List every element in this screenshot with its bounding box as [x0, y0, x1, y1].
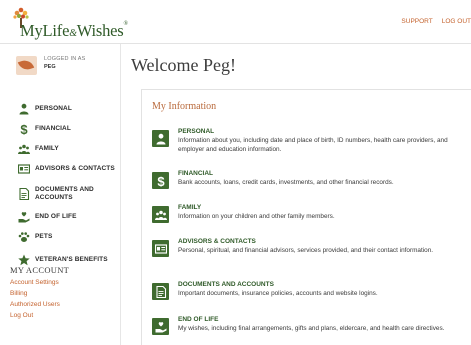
document-icon	[155, 285, 166, 298]
page-title: Welcome Peg!	[131, 55, 237, 75]
paw-icon	[18, 232, 30, 242]
info-row-description: Information on your children and other f…	[178, 213, 335, 220]
sidebar-item-personal[interactable]: PERSONAL	[0, 99, 121, 119]
info-row-title[interactable]: PERSONAL	[178, 128, 214, 135]
document-icon	[19, 188, 30, 200]
panel-title: My Information	[152, 101, 217, 112]
end-of-life-tile-button[interactable]	[152, 318, 169, 335]
logout-link[interactable]: LOG OUT	[442, 18, 471, 25]
dollar-icon: $	[20, 123, 28, 135]
sidebar-item-end-of-life[interactable]: END OF LIFE	[0, 207, 121, 227]
sidebar-item-label: PERSONAL	[35, 105, 72, 112]
account-logout-link[interactable]: Log Out	[10, 312, 69, 319]
dollar-icon: $	[157, 175, 165, 187]
sidebar-item-label: ADVISORS & CONTACTS	[35, 165, 115, 172]
sidebar-item-pets[interactable]: PETS	[0, 227, 121, 247]
family-icon	[154, 210, 167, 220]
sidebar-item-label: FAMILY	[35, 145, 59, 152]
my-information-panel: My Information PERSONAL Information abou…	[141, 89, 471, 345]
financial-tile-button[interactable]: $	[152, 172, 169, 189]
family-tile-button[interactable]	[152, 206, 169, 223]
sidebar: LOGGED IN AS PEG PERSONAL $ FINANCIAL FA…	[0, 44, 121, 345]
sidebar-item-label: DOCUMENTS AND ACCOUNTS	[35, 186, 94, 201]
logo-wordmark: MyLife&Wishes®	[20, 21, 128, 41]
sidebar-item-family[interactable]: FAMILY	[0, 139, 121, 159]
header-links: SUPPORT LOG OUT	[392, 18, 471, 25]
account-settings-link[interactable]: Account Settings	[10, 279, 69, 286]
my-account-section: MY ACCOUNT Account Settings Billing Auth…	[10, 265, 69, 319]
authorized-users-link[interactable]: Authorized Users	[10, 301, 69, 308]
family-icon	[18, 144, 30, 154]
info-row-title[interactable]: END OF LIFE	[178, 316, 218, 323]
logged-in-label: LOGGED IN AS	[44, 56, 86, 62]
contact-card-icon	[154, 243, 167, 254]
user-info: LOGGED IN AS PEG	[6, 52, 116, 82]
sidebar-item-label: FINANCIAL	[35, 125, 71, 132]
sidebar-item-label: END OF LIFE	[35, 213, 77, 220]
info-row-description: Information about you, including date an…	[178, 137, 448, 153]
sidebar-item-label: VETERAN'S BENEFITS	[35, 256, 108, 263]
billing-link[interactable]: Billing	[10, 290, 69, 297]
info-row-description: Bank accounts, loans, credit cards, inve…	[178, 179, 394, 186]
user-name: PEG	[44, 64, 56, 70]
info-row-description: Important documents, insurance policies,…	[178, 290, 378, 297]
svg-text:$: $	[157, 175, 165, 187]
logo-trademark: ®	[123, 21, 129, 27]
hand-heart-icon	[18, 212, 30, 223]
avatar	[16, 56, 37, 75]
support-link[interactable]: SUPPORT	[401, 18, 432, 25]
documents-accounts-tile-button[interactable]	[152, 283, 169, 300]
person-icon	[156, 133, 165, 144]
svg-text:$: $	[20, 123, 28, 135]
personal-tile-button[interactable]	[152, 130, 169, 147]
sidebar-item-label: PETS	[35, 233, 53, 240]
info-row-description: Personal, spiritual, and financial advis…	[178, 247, 434, 254]
advisors-contacts-tile-button[interactable]	[152, 240, 169, 257]
mylifewishes-logo[interactable]: MyLife&Wishes®	[8, 6, 148, 40]
logo-text-part2: Wishes	[76, 21, 124, 40]
logo-text-part1: MyLife	[20, 21, 70, 40]
info-row-description: My wishes, including final arrangements,…	[178, 325, 445, 332]
sidebar-item-financial[interactable]: $ FINANCIAL	[0, 119, 121, 139]
my-account-title: MY ACCOUNT	[10, 265, 70, 275]
info-row-title[interactable]: FAMILY	[178, 204, 201, 211]
logo-ampersand: &	[69, 28, 77, 39]
contact-card-icon	[18, 164, 30, 174]
sidebar-item-documents-accounts[interactable]: DOCUMENTS AND ACCOUNTS	[0, 182, 121, 206]
person-icon	[19, 103, 29, 115]
sidebar-item-advisors-contacts[interactable]: ADVISORS & CONTACTS	[0, 159, 121, 179]
info-row-title[interactable]: FINANCIAL	[178, 170, 213, 177]
info-row-title[interactable]: ADVISORS & CONTACTS	[178, 238, 256, 245]
top-bar: MyLife&Wishes® SUPPORT LOG OUT	[0, 0, 471, 44]
info-row-title[interactable]: DOCUMENTS AND ACCOUNTS	[178, 281, 274, 288]
hand-heart-icon	[155, 321, 166, 332]
